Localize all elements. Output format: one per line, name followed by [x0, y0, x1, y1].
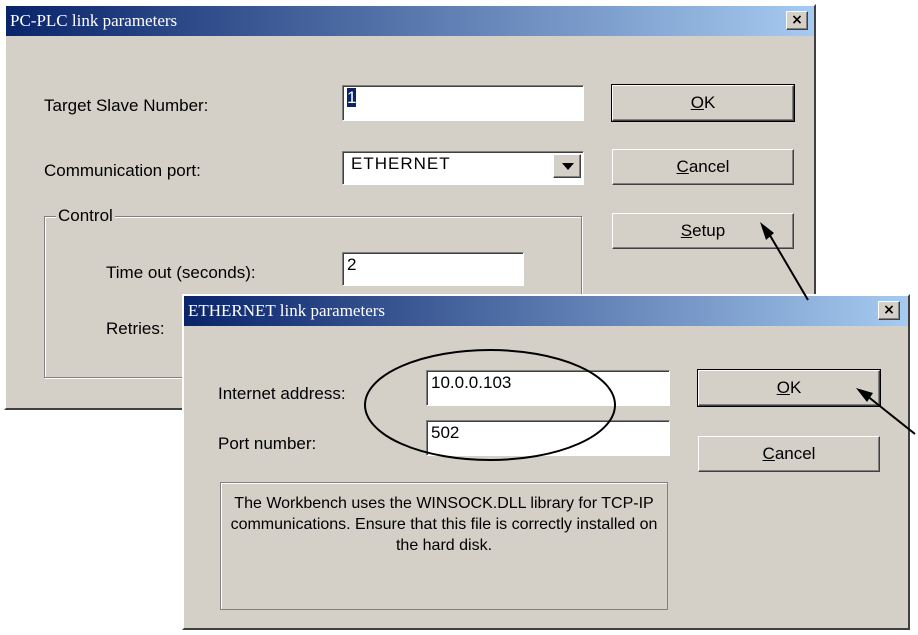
retries-label: Retries:	[106, 319, 165, 338]
ok-button[interactable]: OK	[697, 369, 881, 407]
port-number-field[interactable]: 502	[426, 420, 670, 456]
winsock-note: The Workbench uses the WINSOCK.DLL libra…	[220, 482, 668, 610]
cancel-rest: ancel	[688, 157, 730, 176]
ethernet-titlebar[interactable]: ETHERNET link parameters ×	[184, 296, 908, 326]
timeout-label: Time out (seconds):	[106, 263, 256, 282]
control-group-label: Control	[56, 206, 115, 226]
timeout-field[interactable]: 2	[342, 252, 524, 286]
internet-address-label: Internet address:	[218, 384, 346, 403]
cancel-mnemonic: C	[762, 444, 775, 463]
ethernet-title: ETHERNET link parameters	[188, 301, 386, 320]
ok-rest: K	[789, 378, 802, 397]
cancel-mnemonic: C	[676, 157, 689, 176]
comm-port-label: Communication port:	[44, 161, 201, 180]
setup-button[interactable]: Setup	[612, 213, 794, 249]
setup-rest: etup	[692, 221, 726, 240]
pc-plc-titlebar[interactable]: PC-PLC link parameters ×	[6, 6, 814, 36]
internet-address-field[interactable]: 10.0.0.103	[426, 370, 670, 406]
port-number-label: Port number:	[218, 434, 317, 453]
timeout-value: 2	[347, 255, 357, 274]
internet-address-value: 10.0.0.103	[431, 373, 512, 392]
target-slave-label: Target Slave Number:	[44, 96, 209, 115]
pc-plc-title: PC-PLC link parameters	[10, 11, 178, 30]
ok-mnemonic: O	[776, 378, 790, 397]
ok-mnemonic: O	[690, 93, 704, 112]
ok-button[interactable]: OK	[611, 84, 795, 122]
target-slave-field[interactable]: 1	[342, 85, 584, 121]
cancel-button[interactable]: Cancel	[612, 149, 794, 185]
ethernet-dialog: ETHERNET link parameters × Internet addr…	[182, 294, 910, 630]
setup-mnemonic: S	[680, 221, 693, 240]
port-number-value: 502	[431, 423, 460, 442]
cancel-button[interactable]: Cancel	[698, 436, 880, 472]
close-icon[interactable]: ×	[786, 11, 808, 30]
comm-port-select[interactable]: ETHERNET	[342, 151, 584, 185]
cancel-rest: ancel	[774, 444, 816, 463]
ok-rest: K	[703, 93, 716, 112]
close-icon[interactable]: ×	[878, 301, 900, 320]
comm-port-value: ETHERNET	[351, 154, 451, 173]
chevron-down-icon[interactable]	[553, 154, 581, 178]
target-slave-value: 1	[347, 88, 357, 107]
